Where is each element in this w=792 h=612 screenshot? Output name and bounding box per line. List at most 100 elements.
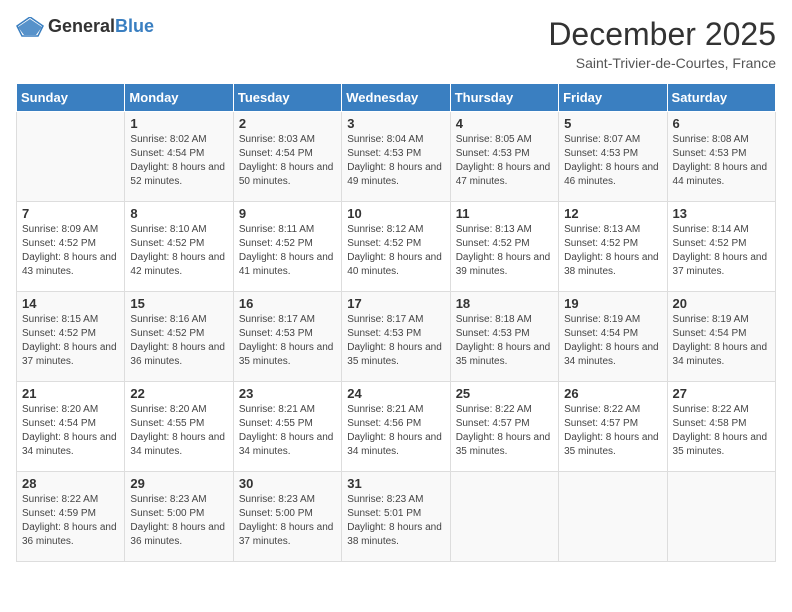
daylight: Daylight: 8 hours and 34 minutes. [564,342,659,367]
logo-text: General Blue [48,16,154,37]
sunset: Sunset: 5:01 PM [347,508,421,519]
calendar-cell: 10 Sunrise: 8:12 AM Sunset: 4:52 PM Dayl… [342,202,450,292]
sunset: Sunset: 4:52 PM [456,238,530,249]
calendar-cell: 4 Sunrise: 8:05 AM Sunset: 4:53 PM Dayli… [450,112,558,202]
cell-content: Sunrise: 8:22 AM Sunset: 4:59 PM Dayligh… [22,493,119,549]
weekday-header-thursday: Thursday [450,84,558,112]
daylight: Daylight: 8 hours and 34 minutes. [347,432,442,457]
calendar-cell: 23 Sunrise: 8:21 AM Sunset: 4:55 PM Dayl… [233,382,341,472]
cell-content: Sunrise: 8:21 AM Sunset: 4:55 PM Dayligh… [239,403,336,459]
cell-content: Sunrise: 8:10 AM Sunset: 4:52 PM Dayligh… [130,223,227,279]
daylight: Daylight: 8 hours and 44 minutes. [673,162,768,187]
calendar-cell: 7 Sunrise: 8:09 AM Sunset: 4:52 PM Dayli… [17,202,125,292]
daylight: Daylight: 8 hours and 39 minutes. [456,252,551,277]
cell-content: Sunrise: 8:14 AM Sunset: 4:52 PM Dayligh… [673,223,770,279]
calendar-cell: 17 Sunrise: 8:17 AM Sunset: 4:53 PM Dayl… [342,292,450,382]
daylight: Daylight: 8 hours and 49 minutes. [347,162,442,187]
sunrise: Sunrise: 8:19 AM [564,314,640,325]
daylight: Daylight: 8 hours and 52 minutes. [130,162,225,187]
sunset: Sunset: 4:54 PM [22,418,96,429]
sunset: Sunset: 4:54 PM [130,148,204,159]
day-number: 29 [130,476,227,491]
day-number: 3 [347,116,444,131]
sunrise: Sunrise: 8:20 AM [130,404,206,415]
cell-content: Sunrise: 8:21 AM Sunset: 4:56 PM Dayligh… [347,403,444,459]
calendar-cell [667,472,775,562]
sunrise: Sunrise: 8:18 AM [456,314,532,325]
cell-content: Sunrise: 8:18 AM Sunset: 4:53 PM Dayligh… [456,313,553,369]
calendar-cell: 31 Sunrise: 8:23 AM Sunset: 5:01 PM Dayl… [342,472,450,562]
sunset: Sunset: 4:53 PM [564,148,638,159]
calendar-cell: 6 Sunrise: 8:08 AM Sunset: 4:53 PM Dayli… [667,112,775,202]
weekday-header-saturday: Saturday [667,84,775,112]
day-number: 28 [22,476,119,491]
calendar-cell: 20 Sunrise: 8:19 AM Sunset: 4:54 PM Dayl… [667,292,775,382]
cell-content: Sunrise: 8:05 AM Sunset: 4:53 PM Dayligh… [456,133,553,189]
sunset: Sunset: 4:55 PM [239,418,313,429]
cell-content: Sunrise: 8:15 AM Sunset: 4:52 PM Dayligh… [22,313,119,369]
sunset: Sunset: 4:53 PM [347,328,421,339]
cell-content: Sunrise: 8:11 AM Sunset: 4:52 PM Dayligh… [239,223,336,279]
logo: General Blue [16,16,154,37]
day-number: 13 [673,206,770,221]
weekday-header-tuesday: Tuesday [233,84,341,112]
sunrise: Sunrise: 8:23 AM [239,494,315,505]
cell-content: Sunrise: 8:20 AM Sunset: 4:55 PM Dayligh… [130,403,227,459]
sunset: Sunset: 4:52 PM [130,328,204,339]
calendar-cell: 5 Sunrise: 8:07 AM Sunset: 4:53 PM Dayli… [559,112,667,202]
daylight: Daylight: 8 hours and 34 minutes. [239,432,334,457]
daylight: Daylight: 8 hours and 35 minutes. [239,342,334,367]
cell-content: Sunrise: 8:13 AM Sunset: 4:52 PM Dayligh… [456,223,553,279]
calendar-cell: 8 Sunrise: 8:10 AM Sunset: 4:52 PM Dayli… [125,202,233,292]
weekday-header-wednesday: Wednesday [342,84,450,112]
calendar-cell: 30 Sunrise: 8:23 AM Sunset: 5:00 PM Dayl… [233,472,341,562]
daylight: Daylight: 8 hours and 35 minutes. [347,342,442,367]
weekday-header-row: SundayMondayTuesdayWednesdayThursdayFrid… [17,84,776,112]
logo-blue: Blue [115,16,154,37]
day-number: 22 [130,386,227,401]
week-row-3: 14 Sunrise: 8:15 AM Sunset: 4:52 PM Dayl… [17,292,776,382]
cell-content: Sunrise: 8:17 AM Sunset: 4:53 PM Dayligh… [347,313,444,369]
day-number: 26 [564,386,661,401]
daylight: Daylight: 8 hours and 34 minutes. [673,342,768,367]
weekday-header-friday: Friday [559,84,667,112]
page-header: General Blue December 2025 Saint-Trivier… [16,16,776,71]
daylight: Daylight: 8 hours and 37 minutes. [673,252,768,277]
weekday-header-monday: Monday [125,84,233,112]
calendar-cell: 9 Sunrise: 8:11 AM Sunset: 4:52 PM Dayli… [233,202,341,292]
week-row-2: 7 Sunrise: 8:09 AM Sunset: 4:52 PM Dayli… [17,202,776,292]
sunset: Sunset: 4:52 PM [22,328,96,339]
weekday-header-sunday: Sunday [17,84,125,112]
daylight: Daylight: 8 hours and 37 minutes. [22,342,117,367]
calendar-cell: 16 Sunrise: 8:17 AM Sunset: 4:53 PM Dayl… [233,292,341,382]
day-number: 10 [347,206,444,221]
sunset: Sunset: 4:58 PM [673,418,747,429]
day-number: 30 [239,476,336,491]
calendar-cell: 28 Sunrise: 8:22 AM Sunset: 4:59 PM Dayl… [17,472,125,562]
day-number: 9 [239,206,336,221]
sunrise: Sunrise: 8:03 AM [239,134,315,145]
sunset: Sunset: 4:52 PM [673,238,747,249]
day-number: 5 [564,116,661,131]
daylight: Daylight: 8 hours and 41 minutes. [239,252,334,277]
day-number: 4 [456,116,553,131]
day-number: 23 [239,386,336,401]
cell-content: Sunrise: 8:13 AM Sunset: 4:52 PM Dayligh… [564,223,661,279]
day-number: 1 [130,116,227,131]
location-title: Saint-Trivier-de-Courtes, France [548,55,776,71]
sunrise: Sunrise: 8:11 AM [239,224,314,235]
calendar-cell: 3 Sunrise: 8:04 AM Sunset: 4:53 PM Dayli… [342,112,450,202]
sunrise: Sunrise: 8:23 AM [130,494,206,505]
sunrise: Sunrise: 8:10 AM [130,224,206,235]
calendar-cell: 26 Sunrise: 8:22 AM Sunset: 4:57 PM Dayl… [559,382,667,472]
day-number: 18 [456,296,553,311]
cell-content: Sunrise: 8:22 AM Sunset: 4:57 PM Dayligh… [456,403,553,459]
sunset: Sunset: 4:59 PM [22,508,96,519]
calendar-table: SundayMondayTuesdayWednesdayThursdayFrid… [16,83,776,562]
sunrise: Sunrise: 8:15 AM [22,314,98,325]
cell-content: Sunrise: 8:23 AM Sunset: 5:01 PM Dayligh… [347,493,444,549]
sunset: Sunset: 4:53 PM [673,148,747,159]
sunrise: Sunrise: 8:08 AM [673,134,749,145]
day-number: 14 [22,296,119,311]
sunrise: Sunrise: 8:21 AM [347,404,423,415]
